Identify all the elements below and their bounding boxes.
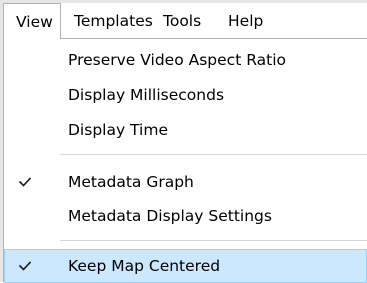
view-dropdown-menu: Preserve Video Aspect Ratio Display Mill…	[3, 38, 367, 283]
menu-item-display-time[interactable]: Display Time	[4, 113, 367, 147]
menu-item-display-milliseconds[interactable]: Display Milliseconds	[4, 78, 367, 112]
menu-item-metadata-graph[interactable]: Metadata Graph	[4, 165, 367, 199]
menu-item-label: Display Time	[68, 121, 168, 139]
menu-item-preserve-video-aspect-ratio[interactable]: Preserve Video Aspect Ratio	[4, 43, 367, 77]
menu-item-label: Preserve Video Aspect Ratio	[68, 51, 286, 69]
menu-item-keep-map-centered[interactable]: Keep Map Centered	[4, 249, 367, 283]
menu-bar: View Templates Tools Help	[3, 3, 367, 39]
check-icon	[18, 165, 34, 199]
menu-help[interactable]: Help	[215, 3, 279, 39]
menu-templates-label: Templates	[74, 12, 153, 30]
menu-view-label: View	[16, 13, 53, 31]
menu-help-label: Help	[228, 12, 264, 30]
menu-tools-label: Tools	[163, 12, 202, 30]
menu-separator	[60, 154, 367, 155]
menu-templates[interactable]: Templates	[61, 3, 153, 39]
menu-item-label: Keep Map Centered	[68, 257, 221, 275]
menu-item-metadata-display-settings[interactable]: Metadata Display Settings	[4, 199, 367, 233]
menu-separator	[60, 240, 367, 241]
menu-item-label: Display Milliseconds	[68, 86, 225, 104]
menu-item-label: Metadata Graph	[68, 173, 194, 191]
menu-item-label: Metadata Display Settings	[68, 207, 272, 225]
check-icon	[18, 249, 34, 283]
menu-view[interactable]: View	[3, 3, 61, 39]
menu-tools[interactable]: Tools	[151, 3, 215, 39]
